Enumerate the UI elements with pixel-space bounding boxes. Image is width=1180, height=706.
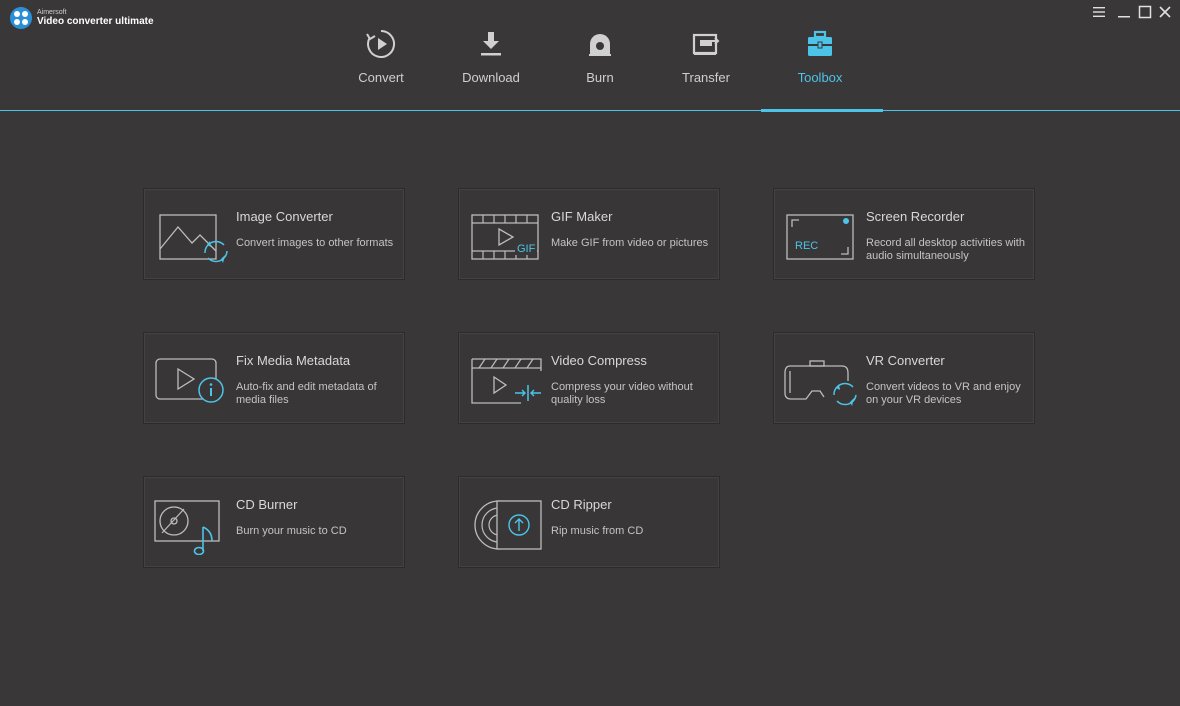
tool-card-video-compress[interactable]: Video Compress Compress your video witho… xyxy=(458,332,720,424)
top-bar: Aimersoft Video converter ultimate Conve… xyxy=(0,0,1180,110)
tool-card-image-converter[interactable]: Image Converter Convert images to other … xyxy=(143,188,405,280)
video-compress-icon xyxy=(469,351,549,411)
tool-description: Record all desktop activities with audio… xyxy=(866,237,1025,262)
toolbox-icon xyxy=(802,26,838,62)
tool-card-screen-recorder[interactable]: REC Screen Recorder Record all desktop a… xyxy=(773,188,1035,280)
fix-metadata-icon xyxy=(154,351,234,411)
tab-toolbox[interactable]: Toolbox xyxy=(790,26,850,106)
tool-title: Screen Recorder xyxy=(866,209,965,224)
tool-title: Video Compress xyxy=(551,353,647,368)
tool-description: Convert videos to VR and enjoy on your V… xyxy=(866,381,1021,406)
tool-description: Make GIF from video or pictures xyxy=(551,237,709,249)
tool-description: Compress your video without quality loss xyxy=(551,381,693,406)
tab-transfer-label: Transfer xyxy=(682,70,730,85)
tool-title: CD Ripper xyxy=(551,497,612,512)
tab-burn-label: Burn xyxy=(586,70,614,85)
cd-burner-icon xyxy=(154,495,234,556)
tool-card-cd-ripper[interactable]: CD Ripper Rip music from CD xyxy=(458,476,720,568)
cd-ripper-icon xyxy=(469,495,549,555)
tool-card-cd-burner[interactable]: CD Burner Burn your music to CD xyxy=(143,476,405,568)
company-name: Aimersoft xyxy=(37,9,67,16)
vr-converter-icon xyxy=(784,351,864,411)
tab-toolbox-label: Toolbox xyxy=(797,70,843,85)
maximize-icon[interactable] xyxy=(1137,4,1153,20)
gif-maker-icon: GIF xyxy=(469,207,549,267)
tab-convert-label: Convert xyxy=(358,70,404,85)
tool-description: Auto-fix and edit metadata of media file… xyxy=(236,381,377,406)
menu-icon[interactable] xyxy=(1091,4,1107,20)
active-tab-indicator xyxy=(761,109,883,112)
tool-title: VR Converter xyxy=(866,353,945,368)
rec-badge: REC xyxy=(795,240,819,252)
close-icon[interactable] xyxy=(1157,4,1173,20)
tool-card-vr-converter[interactable]: VR Converter Convert videos to VR and en… xyxy=(773,332,1035,424)
gif-badge: GIF xyxy=(515,243,538,255)
tool-title: Fix Media Metadata xyxy=(236,353,351,368)
tab-download-label: Download xyxy=(462,70,520,85)
minimize-icon[interactable] xyxy=(1116,4,1132,20)
tool-card-gif-maker[interactable]: GIF GIF Maker Make GIF from video or pic… xyxy=(458,188,720,280)
tool-description: Convert images to other formats xyxy=(236,237,394,249)
tool-description: Burn your music to CD xyxy=(236,525,347,537)
burn-icon xyxy=(582,26,618,62)
convert-icon xyxy=(363,26,399,62)
tool-title: CD Burner xyxy=(236,497,298,512)
tool-card-fix-media-metadata[interactable]: Fix Media Metadata Auto-fix and edit met… xyxy=(143,332,405,424)
tab-burn[interactable]: Burn xyxy=(575,26,625,106)
transfer-icon xyxy=(688,26,724,62)
screen-recorder-icon: REC xyxy=(784,207,864,267)
main-nav: Convert Download Burn Transfer Toolbox xyxy=(0,26,1180,106)
tool-title: Image Converter xyxy=(236,209,333,224)
tab-download[interactable]: Download xyxy=(456,26,526,106)
image-converter-icon xyxy=(154,207,234,267)
tool-title: GIF Maker xyxy=(551,209,613,224)
tab-convert[interactable]: Convert xyxy=(351,26,411,106)
tab-transfer[interactable]: Transfer xyxy=(676,26,736,106)
download-icon xyxy=(473,26,509,62)
header-divider xyxy=(0,110,1180,111)
tool-description: Rip music from CD xyxy=(551,525,644,537)
